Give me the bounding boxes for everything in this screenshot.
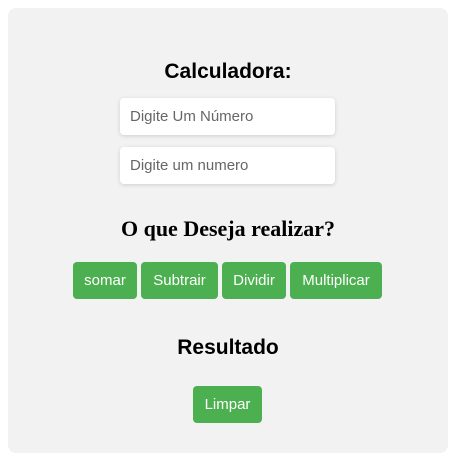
divide-button[interactable]: Dividir	[222, 262, 286, 299]
calculator-card: Calculadora: O que Deseja realizar? soma…	[8, 8, 448, 453]
result-heading: Resultado	[177, 336, 279, 359]
multiply-button[interactable]: Multiplicar	[290, 262, 382, 299]
subtract-button[interactable]: Subtrair	[141, 262, 218, 299]
second-number-input[interactable]	[120, 147, 335, 184]
operation-question: O que Deseja realizar?	[120, 216, 336, 241]
clear-button[interactable]: Limpar	[193, 386, 262, 423]
first-number-input[interactable]	[120, 98, 335, 135]
add-button[interactable]: somar	[73, 262, 137, 299]
calculator-title: Calculadora:	[164, 60, 292, 83]
